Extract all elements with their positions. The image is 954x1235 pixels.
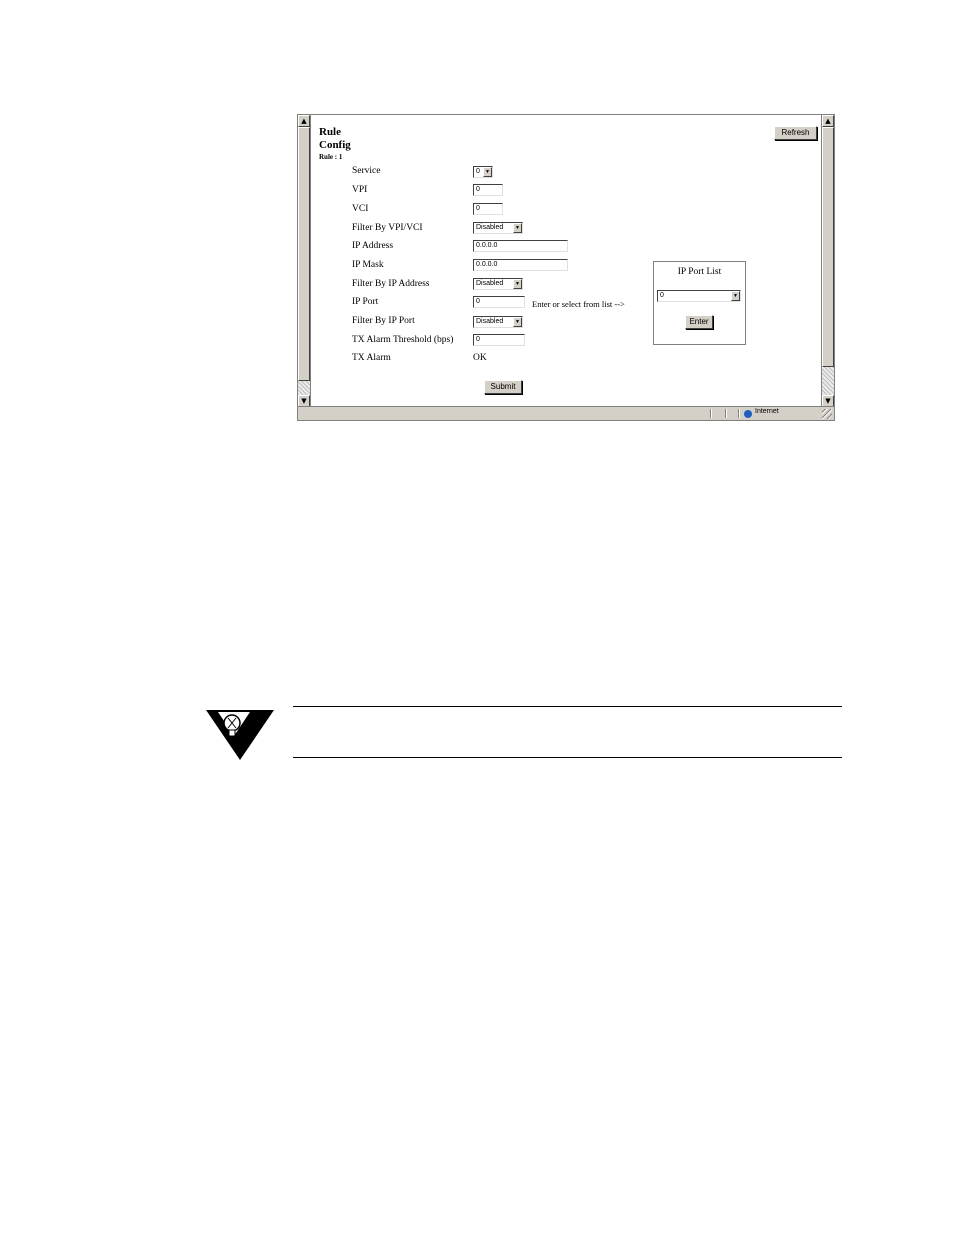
tip-top-rule xyxy=(293,706,842,707)
service-select[interactable]: 0 ▼ xyxy=(473,166,493,178)
submit-button[interactable]: Submit xyxy=(484,380,522,394)
page-title-line1: Rule xyxy=(319,126,341,138)
scroll-up-arrow-icon[interactable]: ▲ xyxy=(298,115,310,127)
enter-button[interactable]: Enter xyxy=(685,315,713,329)
lightbulb-tip-icon xyxy=(206,708,274,767)
scroll-thumb[interactable] xyxy=(298,127,310,381)
refresh-button[interactable]: Refresh xyxy=(774,126,817,140)
filter-vpi-vci-label: Filter By VPI/VCI xyxy=(352,223,423,233)
vpi-input[interactable]: 0 xyxy=(473,184,503,196)
scroll-track[interactable] xyxy=(822,367,834,395)
filter-ip-address-select[interactable]: Disabled ▼ xyxy=(473,278,523,290)
tx-alarm-threshold-input[interactable]: 0 xyxy=(473,334,525,346)
filter-ip-port-label: Filter By IP Port xyxy=(352,316,415,326)
tx-alarm-label: TX Alarm xyxy=(352,353,391,363)
filter-ip-address-label: Filter By IP Address xyxy=(352,279,430,289)
chevron-down-icon: ▼ xyxy=(731,291,740,301)
chevron-down-icon: ▼ xyxy=(483,167,492,177)
scroll-thumb[interactable] xyxy=(822,127,834,367)
vci-input[interactable]: 0 xyxy=(473,203,503,215)
status-divider xyxy=(738,409,740,418)
filter-vpi-vci-select[interactable]: Disabled ▼ xyxy=(473,222,523,234)
chevron-down-icon: ▼ xyxy=(513,223,522,233)
scroll-track[interactable] xyxy=(298,381,310,395)
chevron-down-icon: ▼ xyxy=(513,317,522,327)
ip-address-input[interactable]: 0.0.0.0 xyxy=(473,240,568,252)
browser-window: ▲ ▼ ▲ ▼ Rule Config Rule : 1 Refresh Ser… xyxy=(297,114,835,421)
filter-ip-port-select[interactable]: Disabled ▼ xyxy=(473,316,523,328)
resize-grip-icon[interactable] xyxy=(822,409,832,419)
tx-alarm-threshold-label: TX Alarm Threshold (bps) xyxy=(352,335,454,345)
ip-mask-input[interactable]: 0.0.0.0 xyxy=(473,259,568,271)
left-scrollbar[interactable]: ▲ ▼ xyxy=(298,115,311,407)
chevron-down-icon: ▼ xyxy=(513,279,522,289)
ip-port-list-title: IP Port List xyxy=(677,267,722,277)
ip-mask-label: IP Mask xyxy=(352,260,384,270)
service-label: Service xyxy=(352,166,381,176)
scroll-up-arrow-icon[interactable]: ▲ xyxy=(822,115,834,127)
ip-port-input[interactable]: 0 xyxy=(473,296,525,308)
zone-label: Internet xyxy=(755,408,779,415)
page-title-line2: Config xyxy=(319,139,351,151)
ip-port-list-select[interactable]: 0 ▼ xyxy=(657,290,741,302)
ip-address-label: IP Address xyxy=(352,241,394,251)
status-divider xyxy=(725,409,727,418)
globe-icon xyxy=(744,410,752,418)
status-bar: Internet xyxy=(298,406,834,420)
tip-bottom-rule xyxy=(293,757,842,758)
ip-port-hint: Enter or select from list --> xyxy=(532,299,625,309)
tx-alarm-value: OK xyxy=(473,353,487,363)
page-subtitle: Rule : 1 xyxy=(319,153,343,161)
ip-port-label: IP Port xyxy=(352,297,379,307)
ip-port-list-box: IP Port List 0 ▼ Enter xyxy=(653,261,746,345)
vci-label: VCI xyxy=(352,204,369,214)
status-divider xyxy=(710,409,712,418)
right-scrollbar[interactable]: ▲ ▼ xyxy=(821,115,834,407)
vpi-label: VPI xyxy=(352,185,368,195)
